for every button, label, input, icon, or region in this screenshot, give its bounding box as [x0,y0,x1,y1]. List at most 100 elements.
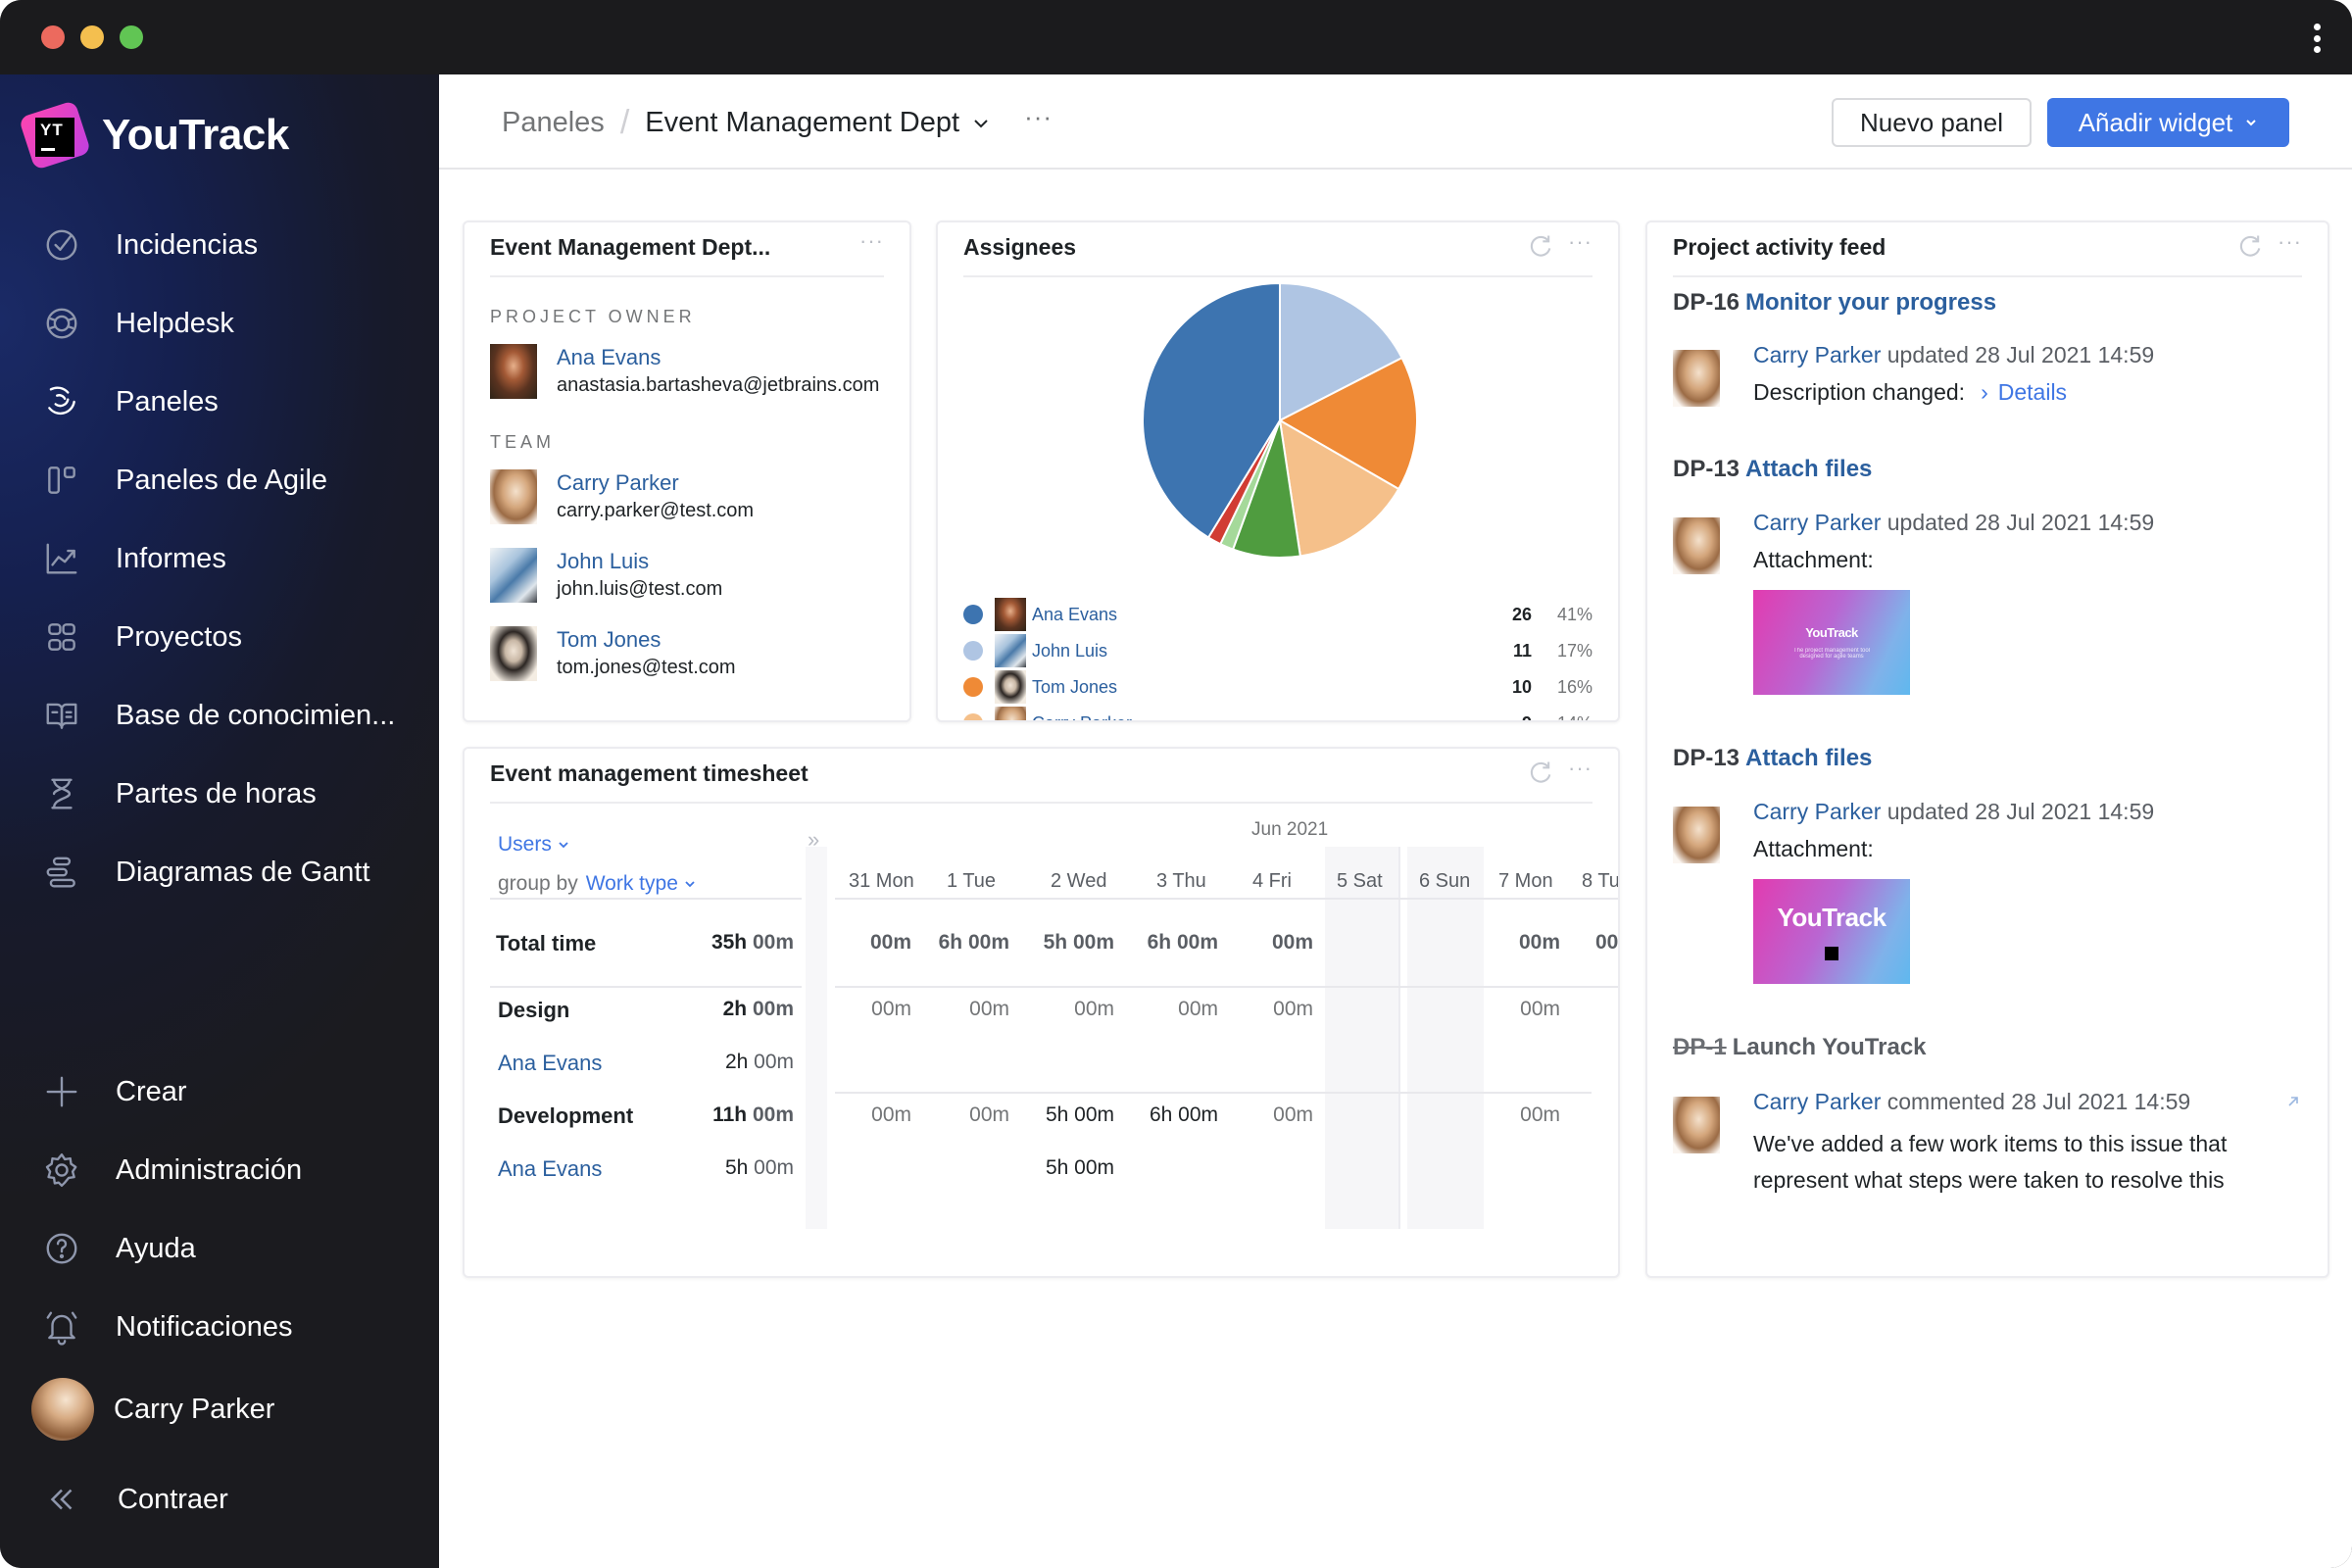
sidebar-item-base-de-conocimien[interactable]: Base de conocimien... [0,684,439,747]
member-name-link[interactable]: John Luis [557,548,722,575]
gantt-icon [43,854,80,891]
time-cell[interactable]: 00m [1520,998,1560,1021]
widget-more-button[interactable]: ··· [1568,229,1592,255]
time-cell[interactable]: 00m [969,1103,1009,1127]
user-row-link[interactable]: Ana Evans [498,1051,602,1076]
close-window-button[interactable] [41,25,65,49]
breadcrumb-root[interactable]: Paneles [502,107,605,139]
sidebar-item-crear[interactable]: Crear [0,1060,439,1123]
group-by-dropdown[interactable]: Work type [586,872,696,895]
dashboard-more-button[interactable]: ··· [1024,102,1053,132]
new-panel-button[interactable]: Nuevo panel [1832,98,2032,147]
time-cell[interactable]: 00m [1074,998,1114,1021]
time-cell[interactable]: 00m [1272,931,1313,955]
chevron-down-icon[interactable] [971,114,991,133]
weekend-column [1407,847,1484,1229]
details-toggle[interactable]: › Details [1981,379,2067,405]
time-cell[interactable]: 00m [871,1103,911,1127]
add-widget-button[interactable]: Añadir widget [2047,98,2289,147]
time-cell[interactable]: 5h 00m [1046,1156,1114,1180]
issue-summary-link[interactable]: Monitor your progress [1745,289,1996,316]
time-cell[interactable]: 00m [969,998,1009,1021]
issue-id[interactable]: DP-1 [1673,1034,1727,1060]
sidebar-collapse[interactable]: Contraer [0,1468,439,1531]
dashboard-icon [43,383,80,420]
legend-percent: 41% [1556,604,1592,624]
member-name-link[interactable]: Carry Parker [557,469,754,497]
issue-summary-link[interactable]: Attach files [1745,745,1872,771]
team-member: Carry Parker carry.parker@test.com [490,469,754,528]
time-cell[interactable]: 00m [1595,931,1618,955]
chevron-down-icon [2246,120,2256,126]
time-cell[interactable]: 00m [1178,998,1218,1021]
attachment-thumbnail[interactable]: YouTrack The project management tool des… [1753,590,1910,695]
sidebar-user-profile[interactable]: Carry Parker [0,1378,439,1441]
weekend-column [1325,847,1400,1229]
author-link[interactable]: Carry Parker [1753,342,1881,368]
sidebar-item-label: Notificaciones [116,1310,293,1343]
time-cell[interactable]: 00m [871,998,911,1021]
time-cell[interactable]: 6h 00m [939,931,1009,955]
sidebar-item-administraci-n[interactable]: Administración [0,1139,439,1201]
sidebar-item-proyectos[interactable]: Proyectos [0,606,439,668]
chevron-right-icon: › [1981,379,1988,405]
widget-more-button[interactable]: ··· [2278,229,2302,255]
sidebar-item-label: Helpdesk [116,307,234,339]
legend-item[interactable]: Carry Parker 9 14% [963,706,1592,720]
widget-more-button[interactable]: ··· [1568,756,1592,781]
author-link[interactable]: Carry Parker [1753,510,1881,535]
maximize-window-button[interactable] [120,25,143,49]
time-cell[interactable]: 6h 00m [1150,1103,1218,1127]
sidebar-item-paneles-de-agile[interactable]: Paneles de Agile [0,449,439,512]
dashboard-selector[interactable]: Event Management Dept [645,107,959,139]
refresh-icon[interactable] [1527,759,1554,786]
owner-name-link[interactable]: Ana Evans [557,344,879,371]
time-cell[interactable]: 00m [1519,931,1560,955]
issue-id[interactable]: DP-13 [1673,456,1740,482]
chart-icon [43,540,80,577]
sidebar-item-paneles[interactable]: Paneles [0,370,439,433]
row-divider [490,898,802,900]
widget-more-button[interactable]: ··· [859,228,884,254]
time-cell[interactable]: 00m [1273,1103,1313,1127]
sidebar-item-helpdesk[interactable]: Helpdesk [0,292,439,355]
issue-id[interactable]: DP-16 [1673,289,1740,316]
expand-columns-icon[interactable]: » [808,827,819,853]
time-cell[interactable]: 00m [1520,1103,1560,1127]
sidebar-item-label: Administración [116,1153,303,1186]
legend-item[interactable]: John Luis 11 17% [963,633,1592,668]
sidebar-item-partes-de-horas[interactable]: Partes de horas [0,762,439,825]
author-link[interactable]: Carry Parker [1753,799,1881,824]
issue-summary-link[interactable]: Launch YouTrack [1733,1034,1927,1060]
feed-issue-header: DP-13 Attach files [1673,745,1872,772]
app-window: YT YouTrack Carry Parker Contraer Incide… [0,0,2352,1568]
legend-item[interactable]: Tom Jones 10 16% [963,669,1592,705]
jetbrains-logo-icon [1825,947,1838,960]
widget-title: Event Management Dept... [490,234,771,260]
kebab-vertical-icon[interactable] [2311,24,2323,53]
sidebar-item-incidencias[interactable]: Incidencias [0,214,439,276]
legend-item[interactable]: Ana Evans 26 41% [963,597,1592,632]
time-cell[interactable]: 00m [870,931,911,955]
refresh-icon[interactable] [1527,232,1554,260]
issue-summary-link[interactable]: Attach files [1745,456,1872,482]
time-cell[interactable]: 5h 00m [1044,931,1114,955]
minimize-window-button[interactable] [80,25,104,49]
sidebar-item-notificaciones[interactable]: Notificaciones [0,1296,439,1358]
user-row-link[interactable]: Ana Evans [498,1156,602,1182]
sidebar-item-diagramas-de-gantt[interactable]: Diagramas de Gantt [0,841,439,904]
youtrack-logo-icon: YT [18,100,92,171]
time-cell[interactable]: 5h 00m [1046,1103,1114,1127]
time-cell[interactable]: 6h 00m [1148,931,1218,955]
time-cell[interactable]: 00m [1273,998,1313,1021]
author-link[interactable]: Carry Parker [1753,1089,1881,1114]
users-filter-dropdown[interactable]: Users [498,833,569,857]
member-name-link[interactable]: Tom Jones [557,626,736,654]
youtrack-logo[interactable]: YT YouTrack [18,100,289,171]
sidebar-item-ayuda[interactable]: Ayuda [0,1217,439,1280]
attachment-thumbnail[interactable]: YouTrack [1753,879,1910,984]
sidebar-item-informes[interactable]: Informes [0,527,439,590]
refresh-icon[interactable] [2236,232,2264,260]
open-link-icon[interactable] [2284,1093,2302,1110]
issue-id[interactable]: DP-13 [1673,745,1740,771]
